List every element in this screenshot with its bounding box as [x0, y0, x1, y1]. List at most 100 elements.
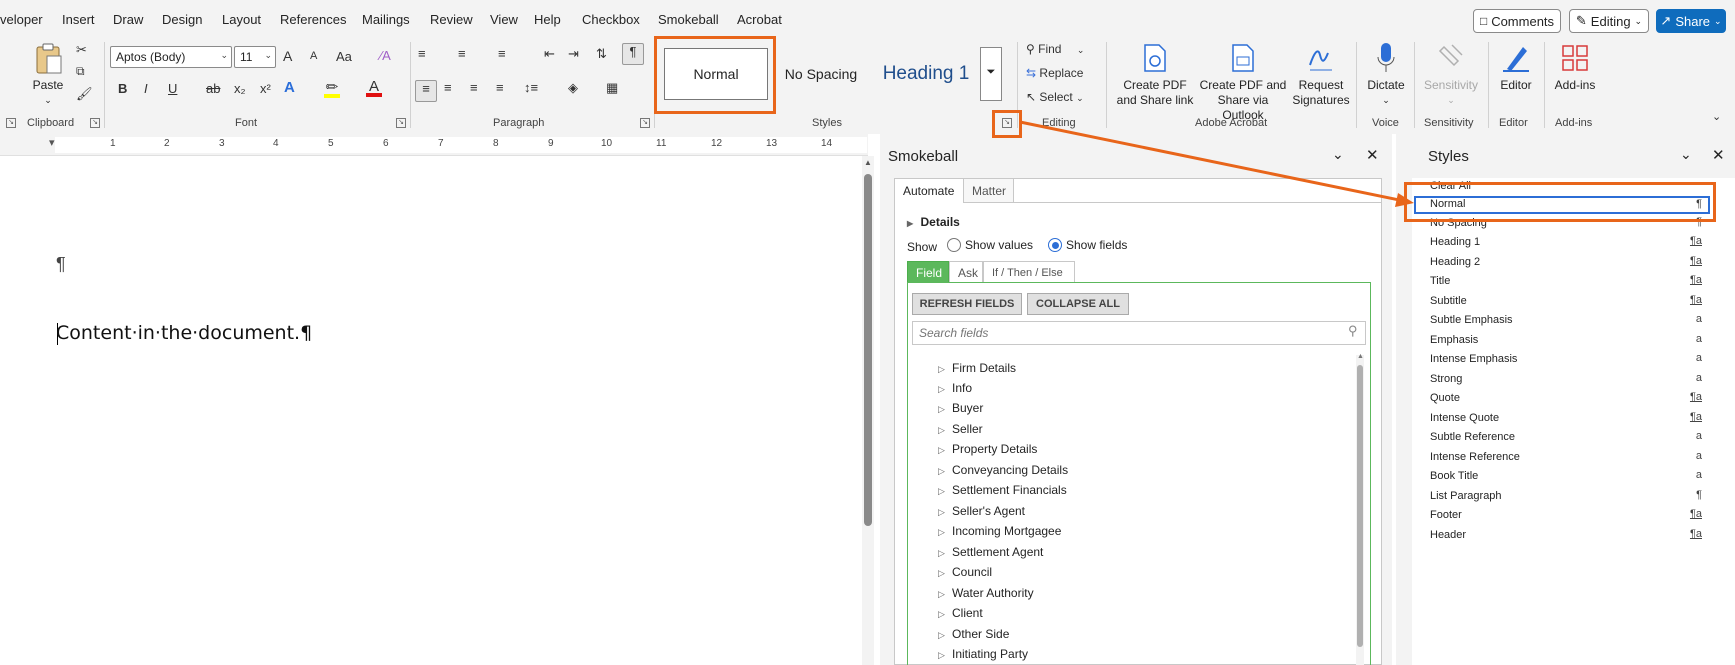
- style-item-title[interactable]: Title ¶a: [1412, 273, 1712, 291]
- tab-mailings[interactable]: Mailings: [362, 12, 410, 27]
- style-item-subtle-emphasis[interactable]: Subtle Emphasis a: [1412, 312, 1712, 330]
- style-item-emphasis[interactable]: Emphasis a: [1412, 332, 1712, 350]
- clipboard-launcher-icon[interactable]: ↘: [90, 118, 100, 128]
- show-formatting-marks-icon[interactable]: ¶: [622, 43, 644, 65]
- style-item-header[interactable]: Header ¶a: [1412, 527, 1712, 545]
- style-item-heading-1[interactable]: Heading 1 ¶a: [1412, 234, 1712, 252]
- tree-item[interactable]: ▷ Seller: [938, 422, 983, 436]
- style-gallery-no-spacing[interactable]: No Spacing: [774, 48, 868, 100]
- scroll-up-icon[interactable]: ▲: [1357, 353, 1364, 360]
- show-fields-radio[interactable]: Show fields: [1048, 238, 1127, 252]
- tree-item[interactable]: ▷ Firm Details: [938, 361, 1016, 375]
- sort-icon[interactable]: ⇅: [596, 46, 607, 62]
- style-item-subtle-reference[interactable]: Subtle Reference a: [1412, 429, 1712, 447]
- editing-mode-button[interactable]: ✎ Editing ⌄: [1569, 9, 1649, 33]
- scrollbar-thumb[interactable]: [1357, 365, 1363, 647]
- indent-marker-icon[interactable]: ▾: [49, 136, 55, 149]
- collapse-ribbon-icon[interactable]: ⌄: [1712, 110, 1721, 123]
- tree-item[interactable]: ▷ Incoming Mortgagee: [938, 524, 1061, 538]
- highlight-icon[interactable]: ✏: [324, 78, 340, 98]
- strikethrough-button[interactable]: ab: [206, 81, 220, 96]
- tree-item[interactable]: ▷ Info: [938, 381, 972, 395]
- line-spacing-icon[interactable]: ↕≡: [524, 80, 538, 95]
- tab-smokeball[interactable]: Smokeball: [658, 12, 719, 27]
- shading-icon[interactable]: ◈: [568, 80, 578, 96]
- subscript-button[interactable]: x₂: [234, 81, 246, 96]
- close-icon[interactable]: ✕: [1366, 146, 1379, 164]
- tab-view[interactable]: View: [490, 12, 518, 27]
- sensitivity-button[interactable]: Sensitivity ⌄: [1420, 42, 1482, 108]
- style-gallery-heading-1[interactable]: Heading 1: [874, 48, 978, 100]
- subtab-ask[interactable]: Ask: [949, 261, 983, 283]
- style-item-book-title[interactable]: Book Title a: [1412, 468, 1712, 486]
- copy-icon[interactable]: ⧉: [76, 64, 85, 79]
- tab-acrobat[interactable]: Acrobat: [737, 12, 782, 27]
- tree-item[interactable]: ▷ Buyer: [938, 401, 983, 415]
- tab-help[interactable]: Help: [534, 12, 561, 27]
- styles-gallery-more-button[interactable]: ⏷: [980, 47, 1002, 101]
- align-right-icon[interactable]: ≡: [470, 80, 478, 95]
- tree-item[interactable]: ▷ Other Side: [938, 627, 1009, 641]
- create-pdf-outlook-button[interactable]: Create PDF and Share via Outlook: [1196, 42, 1290, 123]
- align-center-icon[interactable]: ≡: [444, 80, 452, 95]
- tab-matter[interactable]: Matter: [964, 179, 1014, 203]
- decrease-indent-icon[interactable]: ⇤: [544, 46, 555, 62]
- tree-item[interactable]: ▷ Settlement Financials: [938, 483, 1067, 497]
- tab-review[interactable]: Review: [430, 12, 473, 27]
- show-values-radio[interactable]: Show values: [947, 238, 1033, 252]
- dictate-button[interactable]: Dictate ⌄: [1362, 42, 1410, 108]
- borders-icon[interactable]: ▦: [606, 80, 618, 96]
- search-fields-input[interactable]: [912, 321, 1366, 345]
- underline-button[interactable]: U: [168, 81, 177, 96]
- font-family-combo[interactable]: Aptos (Body) ⌄: [110, 46, 232, 68]
- superscript-button[interactable]: x²: [260, 81, 271, 96]
- chevron-down-icon[interactable]: ⌄: [1332, 146, 1344, 163]
- tree-item[interactable]: ▷ Settlement Agent: [938, 545, 1043, 559]
- tab-automate[interactable]: Automate: [895, 179, 964, 203]
- tree-item[interactable]: ▷ Seller's Agent: [938, 504, 1025, 518]
- horizontal-ruler[interactable]: ▾ 1 2 3 4 5 6 7 8 9 10 11 12 13 14: [0, 134, 868, 156]
- style-item-footer[interactable]: Footer ¶a: [1412, 507, 1712, 525]
- style-item-intense-reference[interactable]: Intense Reference a: [1412, 449, 1712, 467]
- add-ins-button[interactable]: Add-ins: [1550, 42, 1600, 93]
- font-launcher-icon[interactable]: ↘: [396, 118, 406, 128]
- bold-button[interactable]: B: [118, 81, 127, 96]
- comments-button[interactable]: □ Comments: [1473, 9, 1561, 33]
- subtab-if-then-else[interactable]: If / Then / Else: [983, 261, 1075, 283]
- scroll-up-icon[interactable]: ▲: [864, 158, 872, 167]
- cut-icon[interactable]: ✂: [76, 42, 87, 58]
- paste-button[interactable]: Paste ⌄: [28, 42, 68, 108]
- font-color-icon[interactable]: A: [366, 78, 382, 97]
- format-painter-icon[interactable]: 🖌: [76, 86, 93, 102]
- style-item-heading-2[interactable]: Heading 2 ¶a: [1412, 254, 1712, 272]
- style-item-quote[interactable]: Quote ¶a: [1412, 390, 1712, 408]
- close-icon[interactable]: ✕: [1712, 146, 1725, 164]
- text-effects-icon[interactable]: A: [284, 79, 295, 96]
- numbering-icon[interactable]: ≡: [458, 46, 466, 61]
- subtab-field[interactable]: Field: [907, 261, 949, 283]
- launcher-icon[interactable]: ↘: [6, 118, 16, 128]
- clear-formatting-icon[interactable]: ∕A: [380, 48, 391, 63]
- style-item-intense-quote[interactable]: Intense Quote ¶a: [1412, 410, 1712, 428]
- tree-item[interactable]: ▷ Client: [938, 606, 983, 620]
- justify-icon[interactable]: ≡: [496, 80, 504, 95]
- style-item-list-paragraph[interactable]: List Paragraph ¶: [1412, 488, 1712, 506]
- details-toggle[interactable]: ▶ Details: [907, 215, 960, 229]
- style-item-intense-emphasis[interactable]: Intense Emphasis a: [1412, 351, 1712, 369]
- tree-item[interactable]: ▷ Council: [938, 565, 992, 579]
- font-size-combo[interactable]: 11 ⌄: [234, 46, 276, 68]
- tab-design[interactable]: Design: [162, 12, 202, 27]
- style-item-strong[interactable]: Strong a: [1412, 371, 1712, 389]
- multilevel-list-icon[interactable]: ≡: [498, 46, 506, 61]
- tab-layout[interactable]: Layout: [222, 12, 261, 27]
- tab-checkbox[interactable]: Checkbox: [582, 12, 640, 27]
- tab-draw[interactable]: Draw: [113, 12, 143, 27]
- request-signatures-button[interactable]: Request Signatures: [1290, 42, 1352, 108]
- style-item-subtitle[interactable]: Subtitle ¶a: [1412, 293, 1712, 311]
- document-canvas[interactable]: ¶ Content·in·the·document.¶: [0, 156, 860, 665]
- chevron-down-icon[interactable]: ⌄: [1680, 146, 1692, 163]
- tab-references[interactable]: References: [280, 12, 346, 27]
- tree-item[interactable]: ▷ Property Details: [938, 442, 1037, 456]
- bullets-icon[interactable]: ≡: [418, 46, 426, 61]
- select-button[interactable]: ↖ Select ⌄: [1026, 90, 1084, 104]
